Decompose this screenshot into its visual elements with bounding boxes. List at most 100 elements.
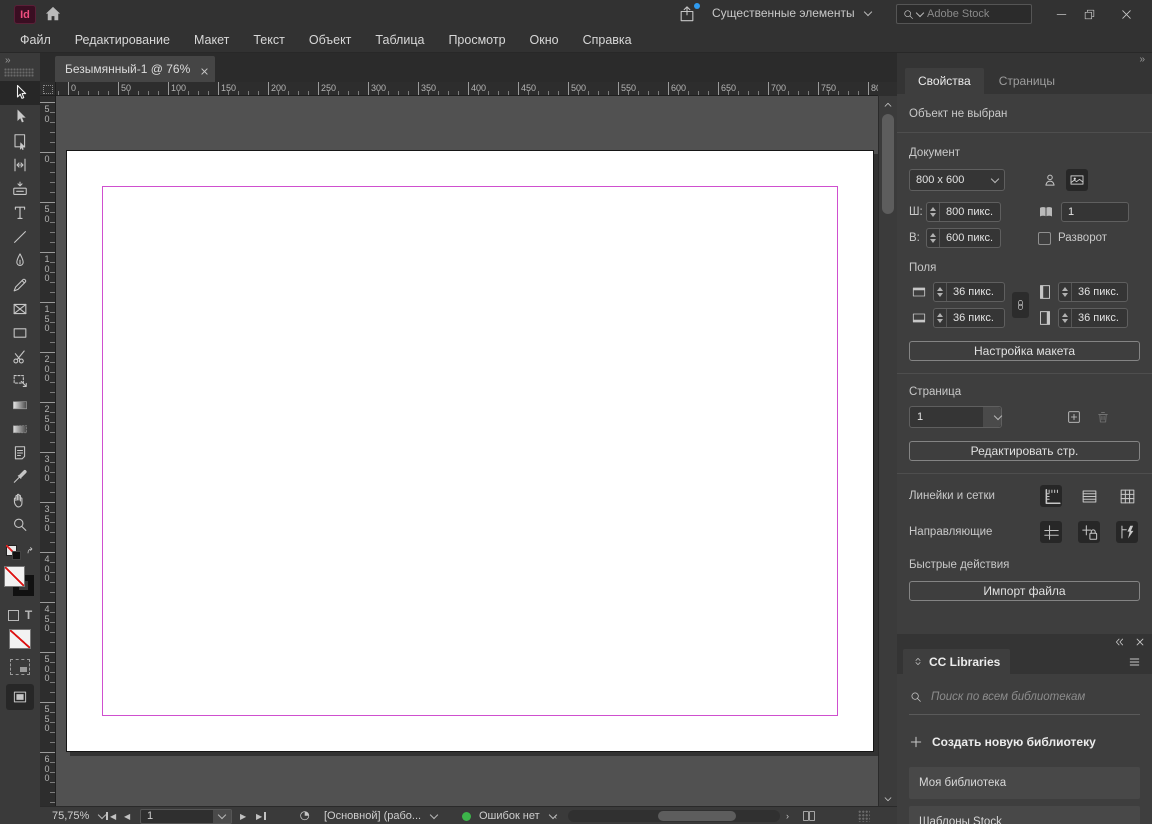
- view-options-icon[interactable]: [10, 659, 30, 675]
- cc-search-box[interactable]: [909, 690, 1140, 715]
- page-select-dropdown[interactable]: [983, 407, 1003, 427]
- tools-panel-header[interactable]: »: [0, 53, 40, 81]
- type-tool[interactable]: [0, 201, 40, 225]
- close-button[interactable]: [1113, 4, 1139, 24]
- tab-close-icon[interactable]: [200, 65, 209, 75]
- horizontal-ruler[interactable]: 0 50 100 150 200 250 300 350 400 450 500 550 600 650 7…: [56, 82, 878, 96]
- workspace-switcher[interactable]: Существенные элементы: [712, 6, 872, 20]
- horizontal-scrollbar[interactable]: [568, 810, 780, 822]
- minimize-button[interactable]: [1048, 4, 1074, 24]
- free-transform-tool[interactable]: [0, 369, 40, 393]
- add-page-icon[interactable]: [1066, 409, 1082, 425]
- panel-menu-icon[interactable]: [1127, 656, 1142, 668]
- gradient-tool[interactable]: [0, 393, 40, 417]
- scroll-right-arrow[interactable]: ›: [786, 807, 789, 824]
- margin-bottom-stepper[interactable]: [934, 309, 947, 327]
- library-item-my-library[interactable]: Моя библиотека: [909, 767, 1140, 799]
- adjust-layout-button[interactable]: Настройка макета: [909, 341, 1140, 361]
- import-file-button[interactable]: Импорт файла: [909, 581, 1140, 601]
- rectangle-tool[interactable]: [0, 321, 40, 345]
- selection-tool[interactable]: [0, 81, 40, 105]
- master-page-indicator[interactable]: [Основной] (рабо...: [324, 807, 439, 824]
- menu-layout[interactable]: Макет: [182, 28, 241, 52]
- page-number-field[interactable]: 1: [140, 807, 232, 824]
- next-page-button[interactable]: ▶: [240, 807, 246, 824]
- vertical-scrollbar[interactable]: [878, 96, 897, 806]
- facing-pages-checkbox[interactable]: [1038, 231, 1051, 245]
- page-canvas[interactable]: [66, 150, 874, 752]
- margin-outside-stepper[interactable]: [1059, 309, 1072, 327]
- first-page-button[interactable]: ◀: [106, 807, 116, 824]
- margin-bottom-field[interactable]: 36 пикс.: [933, 308, 1005, 328]
- gradient-feather-tool[interactable]: [0, 417, 40, 441]
- menu-type[interactable]: Текст: [241, 28, 296, 52]
- chevron-down-icon[interactable]: [883, 793, 893, 803]
- show-guides-button[interactable]: [1040, 521, 1062, 543]
- frame-tool[interactable]: [0, 297, 40, 321]
- menu-window[interactable]: Окно: [518, 28, 571, 52]
- preflight-status[interactable]: Ошибок нет: [462, 807, 557, 824]
- document-tab[interactable]: Безымянный-1 @ 76%: [55, 56, 215, 82]
- last-page-button[interactable]: ▶: [256, 807, 267, 824]
- mini-fill-stroke[interactable]: [0, 545, 40, 560]
- menu-view[interactable]: Просмотр: [436, 28, 517, 52]
- mini-stroke-swatch[interactable]: [12, 551, 21, 560]
- line-tool[interactable]: [0, 225, 40, 249]
- tab-cc-libraries[interactable]: CC Libraries: [903, 649, 1011, 674]
- page-tool[interactable]: [0, 129, 40, 153]
- content-collector-tool[interactable]: [0, 177, 40, 201]
- margin-inside-field[interactable]: 36 пикс.: [1058, 282, 1128, 302]
- show-rulers-button[interactable]: [1040, 485, 1062, 507]
- link-margins-button[interactable]: [1012, 292, 1029, 318]
- width-stepper[interactable]: [927, 203, 940, 221]
- zoom-tool[interactable]: [0, 513, 40, 537]
- height-stepper[interactable]: [927, 229, 940, 247]
- panel-close-icon[interactable]: [1135, 636, 1145, 646]
- stock-search-input[interactable]: [927, 8, 1026, 20]
- portrait-orientation-button[interactable]: [1039, 169, 1061, 191]
- menu-help[interactable]: Справка: [571, 28, 644, 52]
- cc-search-input[interactable]: [931, 691, 1140, 703]
- height-field[interactable]: 600 пикс.: [926, 228, 1001, 248]
- gap-tool[interactable]: [0, 153, 40, 177]
- formatting-text-toggle[interactable]: T: [25, 609, 32, 621]
- eyedropper-tool[interactable]: [0, 465, 40, 489]
- previous-page-button[interactable]: ◀: [124, 807, 130, 824]
- tab-pages[interactable]: Страницы: [986, 68, 1068, 94]
- smart-guides-button[interactable]: [1116, 521, 1138, 543]
- ruler-origin-box[interactable]: [40, 82, 56, 96]
- chevron-up-icon[interactable]: [883, 99, 893, 109]
- margin-top-stepper[interactable]: [934, 283, 947, 301]
- hand-tool[interactable]: [0, 489, 40, 513]
- delete-page-icon[interactable]: [1095, 409, 1111, 425]
- page-select[interactable]: 1: [909, 406, 1003, 428]
- baseline-grid-button[interactable]: [1078, 485, 1100, 507]
- menu-file[interactable]: Файл: [8, 28, 63, 52]
- edit-page-button[interactable]: Редактировать стр.: [909, 441, 1140, 461]
- tab-properties[interactable]: Свойства: [905, 68, 984, 94]
- menu-edit[interactable]: Редактирование: [63, 28, 182, 52]
- fill-swatch[interactable]: [4, 566, 25, 587]
- pencil-tool[interactable]: [0, 273, 40, 297]
- menu-table[interactable]: Таблица: [363, 28, 436, 52]
- scroll-left-arrow[interactable]: ‹: [554, 807, 557, 824]
- home-button[interactable]: [42, 4, 64, 24]
- stock-search-box[interactable]: [896, 4, 1032, 24]
- margin-top-field[interactable]: 36 пикс.: [933, 282, 1005, 302]
- zoom-level[interactable]: 75,75%: [52, 807, 107, 824]
- horizontal-scrollbar-thumb[interactable]: [658, 811, 736, 821]
- restore-button[interactable]: [1076, 4, 1102, 24]
- document-grid-button[interactable]: [1116, 485, 1138, 507]
- vertical-scrollbar-thumb[interactable]: [882, 114, 894, 214]
- library-item-stock-templates[interactable]: Шаблоны Stock: [909, 806, 1140, 824]
- preflight-menu[interactable]: [298, 807, 312, 824]
- vertical-ruler[interactable]: 50 0 50 100 150 200 250 300 350 400 450 500 550 600: [40, 96, 56, 806]
- landscape-orientation-button[interactable]: [1066, 169, 1088, 191]
- lock-guides-button[interactable]: [1078, 521, 1100, 543]
- margin-outside-field[interactable]: 36 пикс.: [1058, 308, 1128, 328]
- page-size-select[interactable]: 800 x 600: [909, 169, 1005, 191]
- pen-tool[interactable]: [0, 249, 40, 273]
- screen-mode-button[interactable]: [6, 684, 34, 710]
- apply-none-button[interactable]: [9, 629, 31, 649]
- split-view-button[interactable]: [800, 807, 818, 824]
